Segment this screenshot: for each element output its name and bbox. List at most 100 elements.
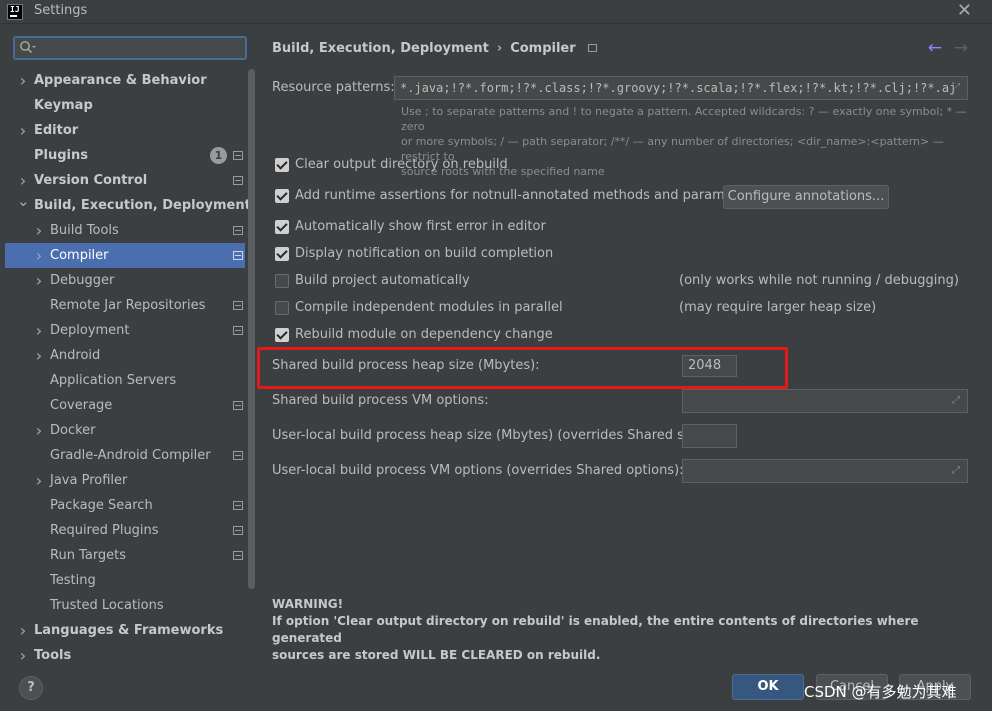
breadcrumb-parent[interactable]: Build, Execution, Deployment (272, 41, 489, 56)
compile-parallel-note: (may require larger heap size) (679, 300, 877, 315)
sidebar-item-appearance-behavior[interactable]: › Appearance & Behavior (5, 68, 245, 93)
sidebar-item-debugger[interactable]: › Debugger (5, 268, 245, 293)
chevron-right-icon[interactable]: › (17, 68, 29, 93)
sidebar-item-label: Build Tools (50, 223, 119, 238)
project-settings-icon (587, 44, 597, 52)
chevron-right-icon[interactable]: › (17, 618, 29, 643)
sidebar-item-build-execution-deployment[interactable]: ⌄ Build, Execution, Deployment (5, 193, 251, 218)
sidebar-item-testing[interactable]: Testing (5, 568, 245, 593)
expand-icon[interactable]: ⤢ (952, 396, 962, 406)
resource-patterns-label: Resource patterns: (272, 80, 395, 95)
rebuild-module-checkbox[interactable] (275, 328, 289, 342)
sidebar-item-java-profiler[interactable]: › Java Profiler (5, 468, 245, 493)
arrow-left-icon[interactable]: ← (928, 38, 942, 58)
build-automatically-checkbox[interactable] (275, 274, 289, 288)
project-settings-icon (233, 151, 243, 160)
sidebar-item-label: Trusted Locations (50, 598, 164, 613)
chevron-right-icon[interactable]: › (33, 418, 45, 443)
runtime-assertions-checkbox[interactable] (275, 189, 289, 203)
project-settings-icon (233, 251, 243, 260)
sidebar-item-package-search[interactable]: Package Search (5, 493, 245, 518)
search-icon (20, 41, 36, 54)
warning-line: If option 'Clear output directory on reb… (272, 614, 919, 645)
chevron-right-icon[interactable]: › (33, 318, 45, 343)
search-box[interactable] (13, 36, 247, 60)
chevron-right-icon[interactable]: › (33, 468, 45, 493)
resource-patterns-value: *.java;!?*.form;!?*.class;!?*.groovy;!?*… (400, 81, 957, 95)
warning-message: WARNING! If option 'Clear output directo… (272, 596, 972, 664)
expand-icon[interactable]: ⤢ (952, 83, 962, 93)
sidebar-item-version-control[interactable]: › Version Control (5, 168, 245, 193)
title-bar: IJ Settings ✕ (0, 0, 992, 24)
sidebar-item-editor[interactable]: › Editor (5, 118, 245, 143)
project-settings-icon (233, 551, 243, 560)
sidebar-item-label: Version Control (34, 173, 148, 188)
compile-parallel-label: Compile independent modules in parallel (295, 300, 563, 315)
sidebar-item-label: Deployment (50, 323, 130, 338)
sidebar-item-trusted-locations[interactable]: Trusted Locations (5, 593, 245, 618)
sidebar-item-coverage[interactable]: Coverage (5, 393, 245, 418)
breadcrumb: Build, Execution, Deployment › Compiler (272, 41, 597, 56)
sidebar-item-compiler[interactable]: › Compiler (5, 243, 245, 268)
sidebar-item-docker[interactable]: › Docker (5, 418, 245, 443)
chevron-right-icon[interactable]: › (33, 218, 45, 243)
ok-button[interactable]: OK (732, 674, 804, 700)
clear-output-checkbox[interactable] (275, 158, 289, 172)
sidebar-item-gradle-android-compiler[interactable]: Gradle-Android Compiler (5, 443, 245, 468)
breadcrumb-separator: › (496, 41, 503, 56)
breadcrumb-current: Compiler (510, 41, 576, 56)
watermark: CSDN @有多勉为其难 (804, 683, 957, 701)
rebuild-module-label: Rebuild module on dependency change (295, 327, 553, 342)
sidebar-item-run-targets[interactable]: Run Targets (5, 543, 245, 568)
sidebar-scrollbar[interactable] (248, 69, 255, 589)
user-heap-size-label: User-local build process heap size (Mbyt… (272, 428, 712, 443)
clear-output-label: Clear output directory on rebuild (295, 157, 508, 172)
chevron-right-icon[interactable]: › (17, 168, 29, 193)
sidebar-item-label: Coverage (50, 398, 113, 413)
project-settings-icon (233, 326, 243, 335)
user-heap-size-input[interactable] (682, 424, 737, 448)
chevron-right-icon[interactable]: › (17, 118, 29, 143)
sidebar-item-android[interactable]: › Android (5, 343, 245, 368)
search-input[interactable] (39, 39, 239, 57)
sidebar-item-label: Appearance & Behavior (34, 73, 207, 88)
help-icon[interactable]: ? (19, 676, 43, 700)
sidebar-item-label: Editor (34, 123, 79, 138)
sidebar-item-remote-jar-repositories[interactable]: Remote Jar Repositories (5, 293, 245, 318)
sidebar-item-required-plugins[interactable]: Required Plugins (5, 518, 245, 543)
sidebar-item-label: Package Search (50, 498, 153, 513)
project-settings-icon (233, 226, 243, 235)
resource-patterns-input[interactable]: *.java;!?*.form;!?*.class;!?*.groovy;!?*… (394, 76, 968, 100)
build-automatically-label: Build project automatically (295, 273, 470, 288)
user-vm-options-input[interactable]: ⤢ (682, 459, 968, 483)
sidebar-item-plugins[interactable]: Plugins 1 (5, 143, 245, 168)
compiler-settings-panel: Build, Execution, Deployment › Compiler ← … (255, 25, 992, 664)
chevron-right-icon[interactable]: › (33, 243, 45, 268)
project-settings-icon (233, 401, 243, 410)
sidebar-item-keymap[interactable]: Keymap (5, 93, 245, 118)
chevron-right-icon[interactable]: › (33, 343, 45, 368)
display-notification-label: Display notification on build completion (295, 246, 554, 261)
sidebar-item-label: Build, Execution, Deployment (34, 198, 251, 213)
arrow-right-icon[interactable]: → (954, 38, 968, 58)
dialog-footer: ? OK Cancel Apply CSDN @有多勉为其难 (0, 661, 992, 711)
sidebar-item-application-servers[interactable]: Application Servers (5, 368, 245, 393)
sidebar-item-label: Run Targets (50, 548, 127, 563)
sidebar-item-deployment[interactable]: › Deployment (5, 318, 245, 343)
configure-annotations-button[interactable]: Configure annotations... (723, 185, 889, 209)
heap-size-highlight-box (257, 347, 788, 389)
sidebar-item-build-tools[interactable]: › Build Tools (5, 218, 245, 243)
vm-options-input[interactable]: ⤢ (682, 389, 968, 413)
sidebar-item-label: Application Servers (50, 373, 177, 388)
compile-parallel-checkbox[interactable] (275, 301, 289, 315)
close-icon[interactable]: ✕ (957, 1, 972, 21)
sidebar-item-languages-frameworks[interactable]: › Languages & Frameworks (5, 618, 245, 643)
show-first-error-checkbox[interactable] (275, 220, 289, 234)
sidebar-item-label: Remote Jar Repositories (50, 298, 206, 313)
hint-line: Use ; to separate patterns and ! to nega… (401, 105, 967, 133)
expand-icon[interactable]: ⤢ (952, 466, 962, 476)
display-notification-checkbox[interactable] (275, 247, 289, 261)
sidebar-item-label: Android (50, 348, 101, 363)
chevron-right-icon[interactable]: › (33, 268, 45, 293)
chevron-down-icon[interactable]: ⌄ (17, 193, 30, 218)
